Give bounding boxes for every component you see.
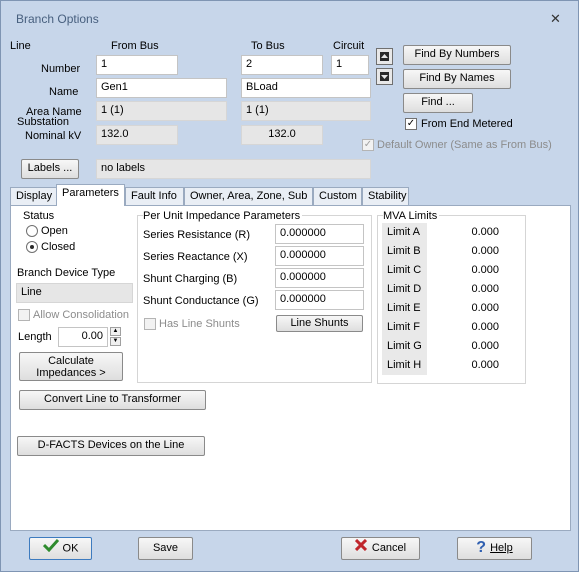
to-bus-number-field[interactable]: 2 [241,55,323,75]
impedance-title: Per Unit Impedance Parameters [143,210,303,222]
circuit-label: Circuit [333,40,365,52]
up-arrow-icon[interactable] [376,48,393,65]
limit-value[interactable]: 0.000 [427,280,503,299]
ok-button[interactable]: OK [29,537,92,560]
labels-button[interactable]: Labels ... [21,159,79,179]
limit-label: Limit C [382,261,427,280]
limit-value[interactable]: 0.000 [427,242,503,261]
tab-custom[interactable]: Custom [313,187,362,206]
window-title: Branch Options [16,12,99,26]
find-button[interactable]: Find ... [403,93,473,113]
name-label: Name [49,86,79,98]
line-label: Line [10,40,31,52]
line-shunts-button[interactable]: Line Shunts [276,315,363,332]
limit-label: Limit E [382,299,427,318]
series-reactance-label: Series Reactance (X) [143,251,248,263]
to-bus-kv-field: 132.0 [241,125,323,145]
mva-limits-title: MVA Limits [383,210,440,222]
from-end-metered-label: From End Metered [421,118,513,130]
limit-label: Limit H [382,356,427,375]
series-reactance-field[interactable]: 0.000000 [275,246,364,266]
dfacts-devices-button[interactable]: D-FACTS Devices on the Line [17,436,205,456]
branch-options-dialog: Branch Options ✕ Line From Bus To Bus Ci… [0,0,579,572]
shunt-charging-field[interactable]: 0.000000 [275,268,364,288]
find-by-names-button[interactable]: Find By Names [403,69,511,89]
convert-line-to-transformer-button[interactable]: Convert Line to Transformer [19,390,206,410]
limit-label: Limit A [382,223,427,242]
spin-up-icon[interactable]: ▲ [110,327,121,336]
limit-label: Limit B [382,242,427,261]
shunt-conductance-field[interactable]: 0.000000 [275,290,364,310]
limit-value[interactable]: 0.000 [427,318,503,337]
status-open-radio[interactable] [26,225,38,237]
from-bus-label: From Bus [111,40,159,52]
find-by-numbers-button[interactable]: Find By Numbers [403,45,511,65]
ok-label: OK [62,542,79,555]
circuit-field[interactable]: 1 [331,55,369,75]
allow-consolidation-checkbox[interactable] [18,309,30,321]
calculate-impedances-line1: Calculate [48,355,94,367]
default-owner-checkbox[interactable]: ✓ [362,139,374,151]
branch-device-type-label: Branch Device Type [17,267,116,279]
question-mark-icon: ? [476,539,487,557]
tab-display[interactable]: Display [10,187,57,206]
limit-value[interactable]: 0.000 [427,337,503,356]
limit-label: Limit G [382,337,427,356]
to-bus-label: To Bus [251,40,285,52]
close-icon[interactable]: ✕ [550,11,561,27]
radio-selected-dot [30,245,34,249]
down-arrow-icon[interactable] [376,68,393,85]
from-bus-kv-field: 132.0 [96,125,178,145]
from-bus-number-field[interactable]: 1 [96,55,178,75]
from-bus-name-field[interactable]: Gen1 [96,78,227,98]
tab-owner-area-zone-sub[interactable]: Owner, Area, Zone, Sub [184,187,313,206]
shunt-charging-label: Shunt Charging (B) [143,273,238,285]
calculate-impedances-button[interactable]: Calculate Impedances > [19,352,123,381]
series-resistance-label: Series Resistance (R) [143,229,250,241]
length-field[interactable]: 0.00 [58,327,108,347]
limit-value[interactable]: 0.000 [427,223,503,242]
to-bus-name-field[interactable]: BLoad [241,78,371,98]
from-end-metered-checkbox[interactable]: ✓ [405,118,417,130]
help-label: Help [490,542,513,554]
shunt-conductance-label: Shunt Conductance (G) [143,295,259,307]
limit-value[interactable]: 0.000 [427,261,503,280]
calculate-impedances-line2: Impedances > [36,367,106,379]
default-owner-label: Default Owner (Same as From Bus) [377,139,552,151]
length-label: Length [18,331,52,343]
tab-fault-info[interactable]: Fault Info [125,187,184,206]
tab-parameters[interactable]: Parameters [56,184,125,206]
from-bus-area-field: 1 (1) [96,101,227,121]
status-title: Status [23,210,55,222]
allow-consolidation-label: Allow Consolidation [33,309,129,321]
status-open-label: Open [41,225,68,237]
labels-field: no labels [96,159,371,179]
status-closed-radio[interactable] [26,241,38,253]
help-button[interactable]: ? Help [457,537,532,560]
substation-label: Substation [17,116,69,128]
save-button[interactable]: Save [138,537,193,560]
limit-value[interactable]: 0.000 [427,299,503,318]
limit-label: Limit F [382,318,427,337]
x-icon [354,538,367,558]
has-line-shunts-label: Has Line Shunts [159,318,240,330]
has-line-shunts-checkbox[interactable] [144,318,156,330]
tab-stability[interactable]: Stability [362,187,409,206]
number-label: Number [41,63,81,75]
nominal-kv-label: Nominal kV [25,130,82,142]
checkmark-icon [42,538,59,559]
to-bus-area-field: 1 (1) [241,101,371,121]
spin-down-icon[interactable]: ▼ [110,337,121,346]
series-resistance-field[interactable]: 0.000000 [275,224,364,244]
status-closed-label: Closed [41,241,76,253]
title-bar: Branch Options ✕ [1,1,578,35]
limit-value[interactable]: 0.000 [427,356,503,375]
branch-device-type-field: Line [16,283,133,303]
cancel-button[interactable]: Cancel [341,537,420,560]
limit-label: Limit D [382,280,427,299]
cancel-label: Cancel [371,542,407,554]
